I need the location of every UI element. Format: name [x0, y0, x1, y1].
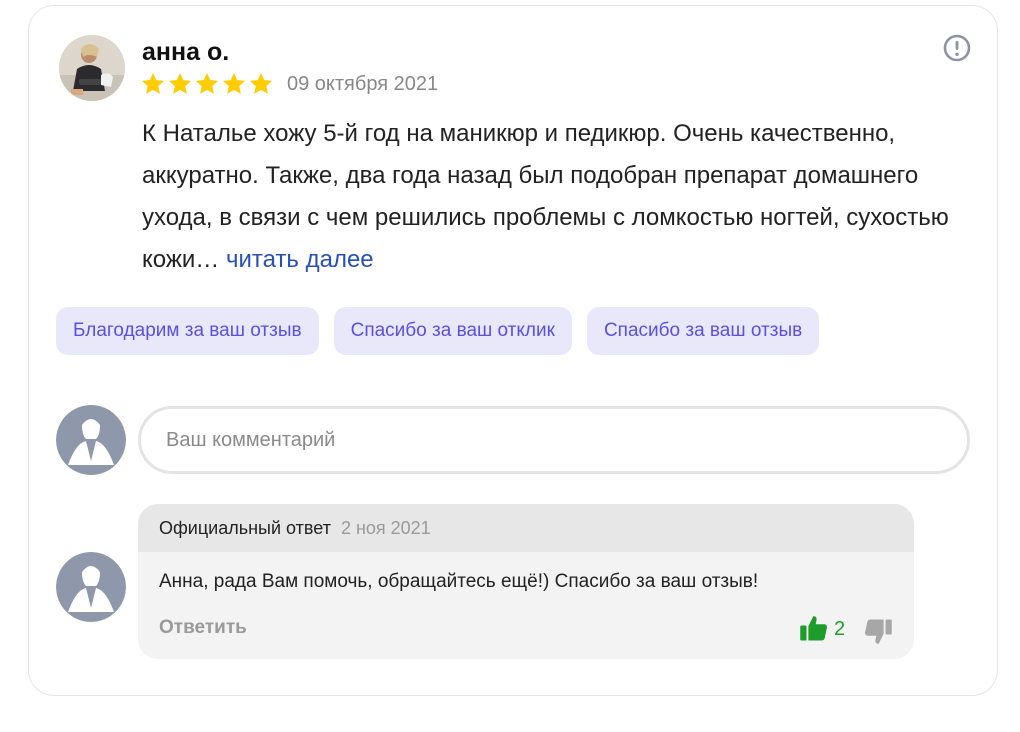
report-button[interactable]	[942, 33, 972, 63]
like-count: 2	[834, 618, 846, 640]
author-avatar[interactable]	[59, 35, 125, 101]
review-date: 09 октября 2021	[287, 73, 439, 95]
star-icon	[195, 72, 219, 94]
official-reply-label: Официальный ответ	[159, 518, 331, 538]
quick-reply-chips: Благодарим за ваш отзыв Спасибо за ваш о…	[56, 307, 820, 355]
anonymous-user-icon	[56, 405, 126, 475]
author-name[interactable]: анна о.	[142, 38, 229, 67]
owner-avatar	[56, 552, 126, 622]
star-icon	[249, 72, 273, 94]
official-reply-text: Анна, рада Вам помочь, обращайтесь ещё!)…	[159, 571, 759, 592]
quick-reply-chip[interactable]: Спасибо за ваш отзыв	[586, 307, 820, 355]
thumbs-down-icon	[865, 619, 892, 644]
comment-input[interactable]	[138, 406, 970, 474]
exclamation-circle-icon	[943, 34, 971, 62]
review-text: К Наталье хожу 5-й год на маникюр и педи…	[142, 113, 982, 281]
anonymous-user-icon	[56, 552, 126, 622]
read-more-link[interactable]: читать далее	[226, 246, 374, 273]
official-reply-date: 2 ноя 2021	[340, 518, 431, 538]
star-icon	[141, 72, 165, 94]
quick-reply-chip[interactable]: Благодарим за ваш отзыв	[56, 307, 319, 355]
dislike-button[interactable]	[863, 617, 893, 647]
official-reply-header: Официальный ответ 2 ноя 2021	[138, 504, 914, 552]
current-user-avatar	[56, 405, 126, 475]
review-card: анна о. 09 октября 2021 К Наталье хожу 5…	[28, 5, 998, 696]
reply-button[interactable]: Ответить	[159, 617, 247, 639]
star-icon	[222, 72, 246, 94]
like-button[interactable]	[799, 613, 829, 643]
star-icon	[168, 72, 192, 94]
thumbs-up-icon	[800, 616, 827, 641]
official-reply: Официальный ответ 2 ноя 2021 Анна, рада В…	[138, 504, 914, 659]
rating-stars	[140, 71, 274, 97]
quick-reply-chip[interactable]: Спасибо за ваш отклик	[333, 307, 572, 355]
